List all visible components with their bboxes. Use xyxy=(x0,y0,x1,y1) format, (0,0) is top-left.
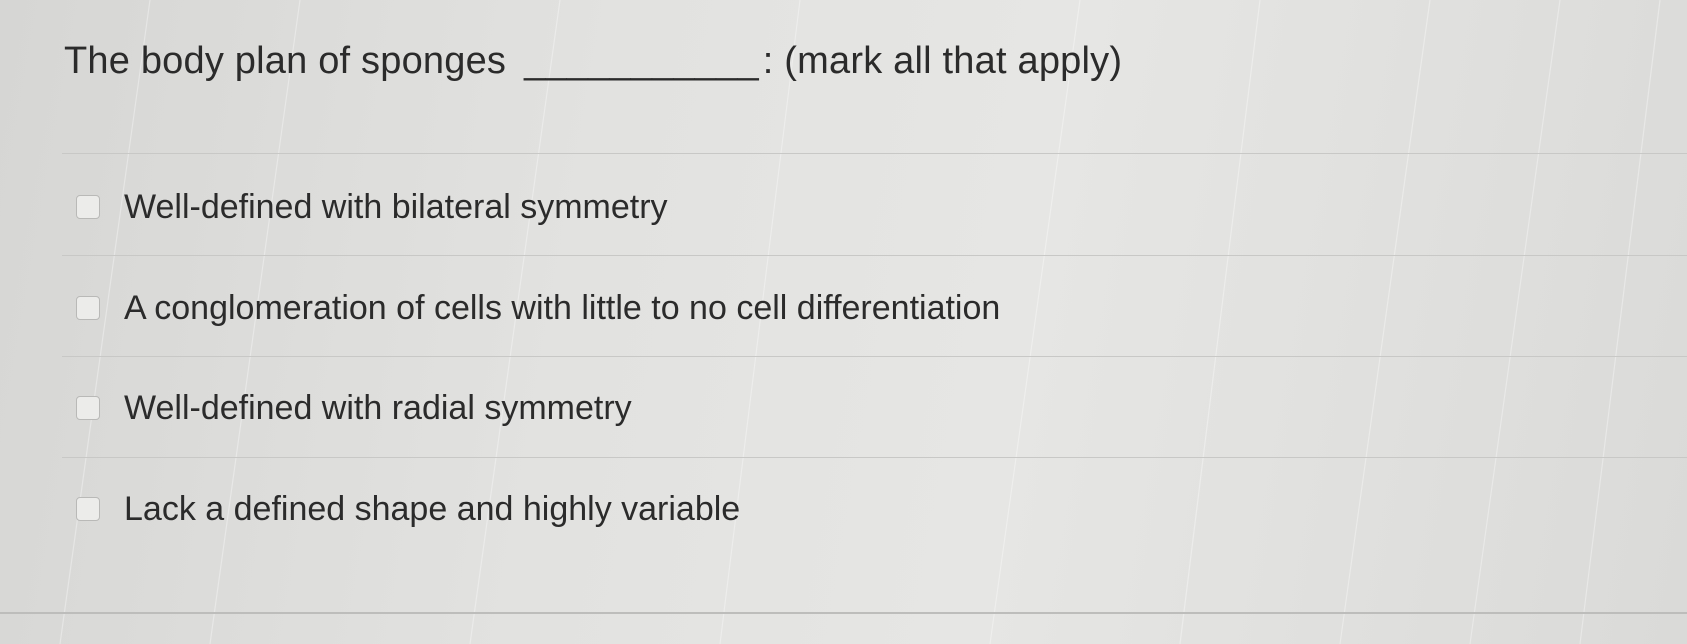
question-text: The body plan of sponges ___________: (ma… xyxy=(64,40,1122,83)
answer-option-label: Well-defined with radial symmetry xyxy=(124,388,632,427)
checkbox-icon[interactable] xyxy=(76,497,100,521)
answer-option-2[interactable]: A conglomeration of cells with little to… xyxy=(76,286,1000,330)
panel-bottom-border xyxy=(0,612,1687,614)
answer-option-label: Well-defined with bilateral symmetry xyxy=(124,187,668,226)
divider xyxy=(62,457,1687,458)
answer-option-1[interactable]: Well-defined with bilateral symmetry xyxy=(76,185,668,229)
answer-option-3[interactable]: Well-defined with radial symmetry xyxy=(76,386,632,430)
checkbox-icon[interactable] xyxy=(76,396,100,420)
answer-option-label: Lack a defined shape and highly variable xyxy=(124,489,741,528)
question-blank: ___________ xyxy=(524,40,759,82)
checkbox-icon[interactable] xyxy=(76,296,100,320)
divider xyxy=(62,153,1687,154)
question-suffix: : (mark all that apply) xyxy=(762,40,1123,82)
quiz-screen: The body plan of sponges ___________: (ma… xyxy=(0,0,1687,644)
answer-option-label: A conglomeration of cells with little to… xyxy=(124,288,1001,327)
question-prefix: The body plan of sponges xyxy=(64,40,507,82)
divider xyxy=(62,356,1687,357)
divider xyxy=(62,255,1687,256)
answer-option-4[interactable]: Lack a defined shape and highly variable xyxy=(76,487,740,531)
checkbox-icon[interactable] xyxy=(76,195,100,219)
